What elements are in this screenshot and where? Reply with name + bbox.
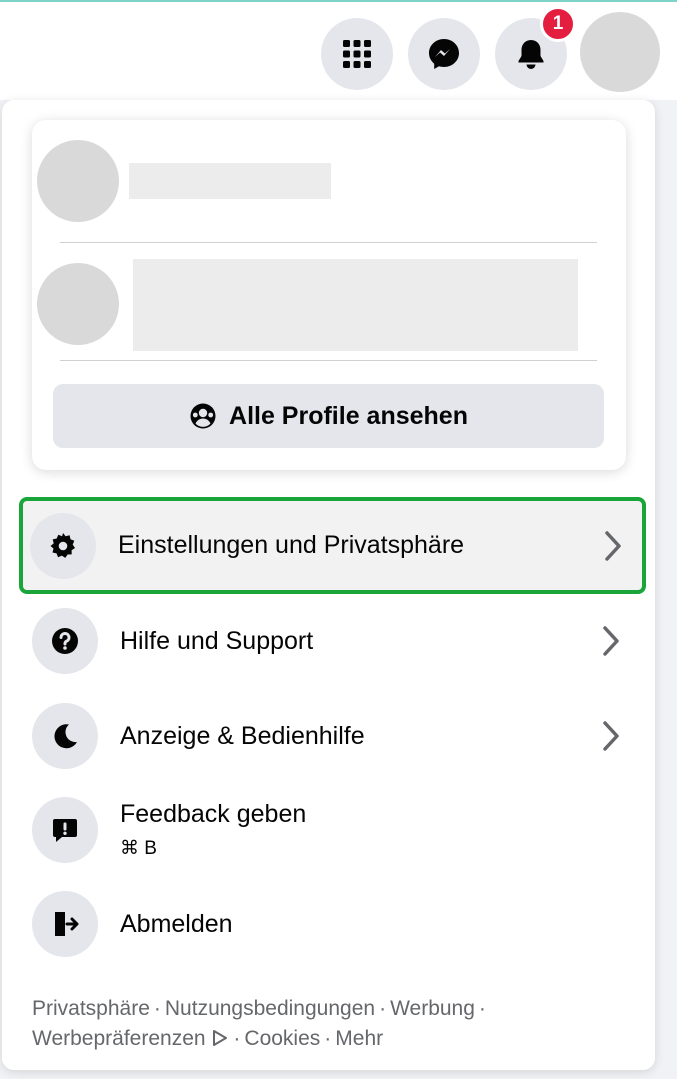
moon-icon [32,703,98,769]
chevron-right-icon [603,721,619,751]
profiles-icon [190,403,216,429]
chevron-right-icon [603,626,619,656]
menu-item-logout[interactable]: Abmelden [22,879,642,969]
logout-icon [32,891,98,957]
divider [60,242,597,243]
menu-item-label: Feedback geben [120,800,307,828]
footer-link-privacy[interactable]: Privatsphäre [32,997,150,1020]
divider [60,360,597,361]
menu-item-label: Einstellungen und Privatsphäre [118,531,465,559]
menu-grid-icon [343,40,371,68]
menu-item-settings-privacy[interactable]: Einstellungen und Privatsphäre [19,497,646,594]
separator: · [324,1027,332,1050]
profile-name-placeholder [129,163,331,199]
shortcut-hint: ⌘ B [120,838,157,859]
messenger-button[interactable] [408,18,480,90]
menu-item-label: Abmelden [120,909,233,938]
profile-info-placeholder [133,259,578,351]
footer-link-more[interactable]: Mehr [335,1027,383,1050]
account-avatar[interactable] [580,12,660,92]
footer-links: Privatsphäre · Nutzungsbedingungen · Werbung… [32,994,612,1054]
question-icon [32,608,98,674]
profile-avatar-placeholder[interactable] [37,263,119,345]
ad-choices-icon [213,1030,228,1046]
separator: · [379,997,387,1020]
menu-grid-button[interactable] [321,18,393,90]
top-navigation-bar: 1 [0,0,677,100]
all-profiles-label: Alle Profile ansehen [229,401,468,430]
footer-link-cookies[interactable]: Cookies [244,1027,320,1050]
gear-icon [30,512,96,579]
menu-item-display-accessibility[interactable]: Anzeige & Bedienhilfe [22,691,642,781]
separator: · [233,1027,241,1050]
feedback-text: Feedback geben ⌘ B [120,800,642,860]
chevron-right-icon [605,530,621,561]
profile-avatar-placeholder[interactable] [37,140,119,222]
menu-item-label: Anzeige & Bedienhilfe [120,721,365,750]
footer-link-terms[interactable]: Nutzungsbedingungen [165,997,375,1020]
messenger-icon [429,39,459,69]
all-profiles-button[interactable]: Alle Profile ansehen [53,384,604,448]
notification-badge: 1 [540,6,576,42]
menu-item-label: Hilfe und Support [120,626,314,655]
bell-icon [518,40,544,69]
menu-item-help-support[interactable]: Hilfe und Support [22,596,642,686]
footer-link-ads[interactable]: Werbung [390,997,475,1020]
footer-link-ad-choices[interactable]: Werbepräferenzen [32,1027,206,1050]
menu-item-give-feedback[interactable]: Feedback geben ⌘ B [22,785,642,875]
separator: · [153,997,161,1020]
feedback-icon [32,797,98,863]
separator: · [478,997,486,1020]
